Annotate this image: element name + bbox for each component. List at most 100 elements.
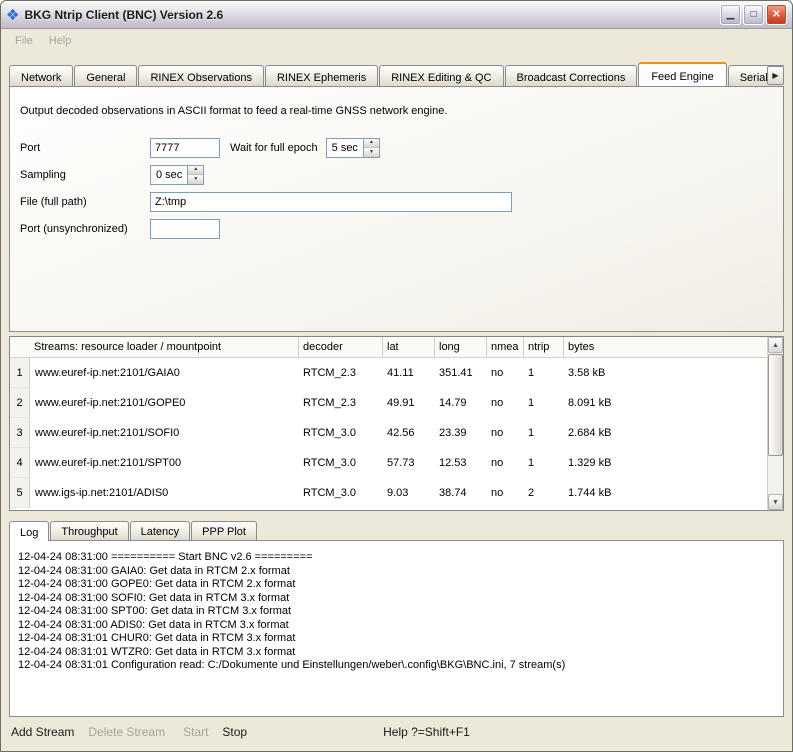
port-input[interactable] (150, 138, 220, 158)
cell-long: 23.39 (434, 427, 486, 439)
wait-for-full-epoch-label: Wait for full epoch (230, 142, 318, 154)
help-shortcut-label: Help ?=Shift+F1 (383, 725, 470, 739)
cell-long: 14.79 (434, 397, 486, 409)
table-row[interactable]: 2 www.euref-ip.net:2101/GOPE0 RTCM_2.3 4… (10, 388, 767, 418)
cell-lat: 42.56 (382, 427, 434, 439)
header-decoder: decoder (298, 337, 382, 357)
scroll-down-icon[interactable]: ▼ (768, 494, 783, 510)
port-unsync-row: Port (unsynchronized) (20, 218, 773, 239)
streams-table: Streams: resource loader / mountpoint de… (9, 336, 784, 511)
port-unsynchronized-input[interactable] (150, 219, 220, 239)
cell-nmea: no (486, 457, 523, 469)
cell-decoder: RTCM_2.3 (298, 367, 382, 379)
delete-stream-button[interactable]: Delete Stream (88, 725, 165, 739)
row-number: 5 (10, 478, 30, 508)
file-path-label: File (full path) (20, 196, 150, 208)
wait-epoch-value: 5 sec (327, 139, 363, 157)
minimize-button[interactable]: ▁ (720, 4, 741, 25)
tab-scroll-right-button[interactable]: ▶ (767, 66, 784, 85)
tab-log[interactable]: Log (9, 521, 49, 541)
cell-bytes: 8.091 kB (563, 397, 767, 409)
cell-mountpoint: www.igs-ip.net:2101/ADIS0 (30, 487, 298, 499)
cell-mountpoint: www.euref-ip.net:2101/SPT00 (30, 457, 298, 469)
tab-feed-engine[interactable]: Feed Engine (638, 62, 726, 86)
window-title: BKG Ntrip Client (BNC) Version 2.6 (24, 8, 223, 22)
sampling-row: Sampling 0 sec ▲ ▼ (20, 164, 773, 185)
header-nmea: nmea (486, 337, 523, 357)
table-row[interactable]: 3 www.euref-ip.net:2101/SOFI0 RTCM_3.0 4… (10, 418, 767, 448)
maximize-button[interactable]: □ (743, 4, 764, 25)
main-tab-bar: Network General RINEX Observations RINEX… (9, 61, 784, 86)
cell-mountpoint: www.euref-ip.net:2101/SOFI0 (30, 427, 298, 439)
tab-latency[interactable]: Latency (130, 521, 191, 540)
log-pane: 12-04-24 08:31:00 ========== Start BNC v… (9, 540, 784, 717)
spin-up-icon[interactable]: ▲ (188, 166, 203, 176)
tab-rinex-observations[interactable]: RINEX Observations (138, 65, 263, 86)
streams-table-header: Streams: resource loader / mountpoint de… (10, 337, 767, 358)
cell-lat: 49.91 (382, 397, 434, 409)
wait-epoch-spinner[interactable]: 5 sec ▲ ▼ (326, 138, 380, 158)
spin-up-icon[interactable]: ▲ (364, 139, 379, 149)
stop-button[interactable]: Stop (222, 725, 247, 739)
log-line: 12-04-24 08:31:00 SPT00: Get data in RTC… (18, 605, 775, 619)
bnc-window: ❖ BKG Ntrip Client (BNC) Version 2.6 ▁ □… (0, 0, 793, 752)
table-corner (10, 337, 30, 357)
add-stream-button[interactable]: Add Stream (11, 725, 74, 739)
table-scrollbar[interactable]: ▲ ▼ (767, 337, 783, 510)
spinner-buttons: ▲ ▼ (187, 166, 203, 184)
cell-lat: 9.03 (382, 487, 434, 499)
header-long: long (434, 337, 486, 357)
scrollbar-thumb[interactable] (768, 354, 783, 456)
streams-table-grid: Streams: resource loader / mountpoint de… (10, 337, 767, 510)
cell-long: 351.41 (434, 367, 486, 379)
file-row: File (full path) (20, 191, 773, 212)
port-row: Port Wait for full epoch 5 sec ▲ ▼ (20, 137, 773, 158)
menu-help[interactable]: Help (41, 32, 80, 50)
tab-ppp-plot[interactable]: PPP Plot (191, 521, 257, 540)
cell-nmea: no (486, 397, 523, 409)
header-mountpoint: Streams: resource loader / mountpoint (30, 337, 298, 357)
spin-down-icon[interactable]: ▼ (188, 175, 203, 184)
window-controls: ▁ □ ✕ (720, 4, 787, 25)
cell-ntrip: 1 (523, 427, 563, 439)
port-label: Port (20, 142, 150, 154)
sampling-label: Sampling (20, 169, 150, 181)
cell-bytes: 3.58 kB (563, 367, 767, 379)
close-button[interactable]: ✕ (766, 4, 787, 25)
tab-rinex-editing-qc[interactable]: RINEX Editing & QC (379, 65, 503, 86)
log-line: 12-04-24 08:31:00 SOFI0: Get data in RTC… (18, 592, 775, 606)
cell-nmea: no (486, 427, 523, 439)
feed-engine-pane: Output decoded observations in ASCII for… (9, 86, 784, 332)
start-button[interactable]: Start (183, 725, 208, 739)
menu-bar: File Help (1, 29, 792, 53)
titlebar: ❖ BKG Ntrip Client (BNC) Version 2.6 ▁ □… (1, 1, 792, 29)
spin-down-icon[interactable]: ▼ (364, 148, 379, 157)
sampling-spinner[interactable]: 0 sec ▲ ▼ (150, 165, 204, 185)
file-path-input[interactable] (150, 192, 512, 212)
footer-bar: Add Stream Delete Stream Start Stop Help… (1, 717, 792, 751)
cell-decoder: RTCM_3.0 (298, 487, 382, 499)
table-row[interactable]: 5 www.igs-ip.net:2101/ADIS0 RTCM_3.0 9.0… (10, 478, 767, 508)
cell-ntrip: 2 (523, 487, 563, 499)
log-line: 12-04-24 08:31:01 CHUR0: Get data in RTC… (18, 632, 775, 646)
cell-mountpoint: www.euref-ip.net:2101/GAIA0 (30, 367, 298, 379)
cell-long: 38.74 (434, 487, 486, 499)
log-line: 12-04-24 08:31:01 WTZR0: Get data in RTC… (18, 646, 775, 660)
tab-rinex-ephemeris[interactable]: RINEX Ephemeris (265, 65, 378, 86)
cell-decoder: RTCM_3.0 (298, 457, 382, 469)
menu-file[interactable]: File (7, 32, 41, 50)
log-line: 12-04-24 08:31:01 Configuration read: C:… (18, 659, 775, 673)
cell-decoder: RTCM_3.0 (298, 427, 382, 439)
port-unsynchronized-label: Port (unsynchronized) (20, 223, 150, 235)
tab-throughput[interactable]: Throughput (50, 521, 128, 540)
sampling-value: 0 sec (151, 166, 187, 184)
tab-broadcast-corrections[interactable]: Broadcast Corrections (505, 65, 638, 86)
tab-network[interactable]: Network (9, 65, 73, 86)
scroll-up-icon[interactable]: ▲ (768, 337, 783, 353)
row-number: 3 (10, 418, 30, 448)
tab-general[interactable]: General (74, 65, 137, 86)
table-row[interactable]: 4 www.euref-ip.net:2101/SPT00 RTCM_3.0 5… (10, 448, 767, 478)
cell-bytes: 2.684 kB (563, 427, 767, 439)
table-row[interactable]: 1 www.euref-ip.net:2101/GAIA0 RTCM_2.3 4… (10, 358, 767, 388)
cell-bytes: 1.744 kB (563, 487, 767, 499)
